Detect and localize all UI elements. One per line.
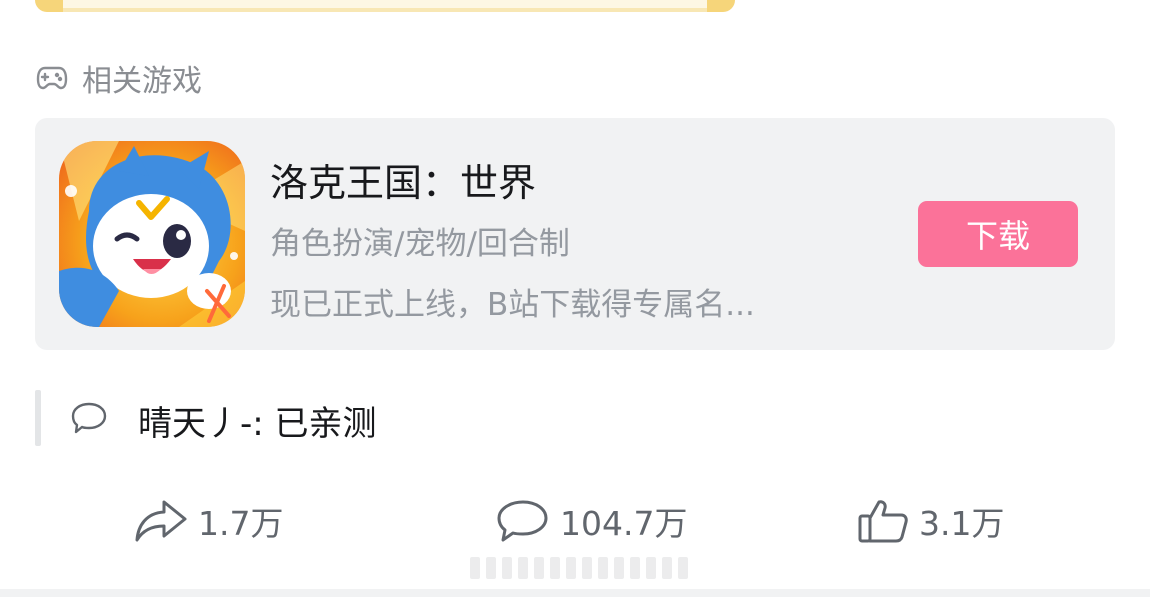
comment-text: 晴天丿-: 已亲测 [138,403,377,444]
share-icon [134,498,188,544]
quote-bar [35,390,41,446]
share-count: 1.7万 [198,504,284,543]
gamepad-icon [36,65,68,91]
like-action[interactable]: 3.1万 [857,495,1004,547]
game-app-icon[interactable] [59,141,245,327]
top-banner[interactable] [35,0,735,12]
share-action[interactable]: 1.7万 [134,495,283,547]
comment-count: 104.7万 [560,504,688,543]
banner-edge-left [35,0,63,12]
pinned-comment[interactable]: 晴天丿-: 已亲测 [70,398,377,444]
game-title[interactable]: 洛克王国：世界 [270,152,536,207]
bottom-divider [0,589,1150,597]
comment-action[interactable]: 104.7万 [496,495,687,547]
like-count: 3.1万 [919,504,1005,543]
watermark [470,556,690,580]
section-title: 相关游戏 [82,64,202,99]
game-card[interactable]: 洛克王国：世界 角色扮演/宠物/回合制 现已正式上线，B站下载得专属名... 下… [35,118,1115,350]
game-description: 现已正式上线，B站下载得专属名... [270,287,755,323]
related-games-header: 相关游戏 [36,58,202,99]
thumbs-up-icon [857,498,909,544]
comment-icon [496,498,550,544]
comment-bubble-icon [70,401,108,439]
download-button[interactable]: 下载 [918,201,1078,267]
banner-edge-right [707,0,735,12]
game-tags: 角色扮演/宠物/回合制 [270,226,570,262]
